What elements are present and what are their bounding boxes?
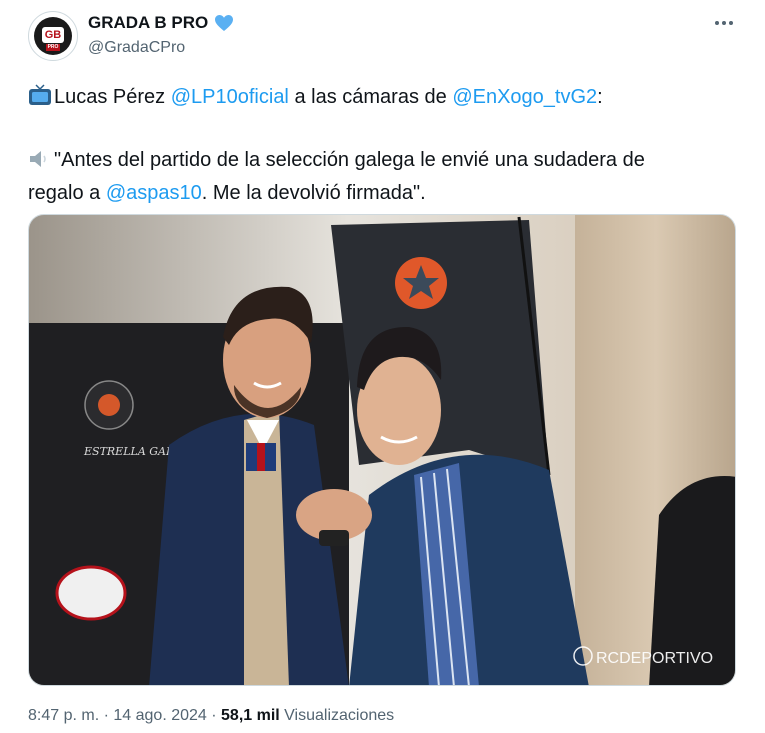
tweet-meta: 8:47 p. m. · 14 ago. 2024 · 58,1 mil Vis… bbox=[28, 707, 394, 725]
tweet-text-segment: a las cámaras de bbox=[288, 86, 453, 108]
more-options-icon[interactable] bbox=[713, 14, 735, 32]
tweet-text-segment: . Me la devolvió firmada". bbox=[201, 182, 426, 204]
tweet-line-1: Lucas Pérez @LP10oficial a las cámaras d… bbox=[28, 82, 738, 115]
views-label: Visualizaciones bbox=[279, 707, 395, 724]
mention-link[interactable]: @EnXogo_tvG2 bbox=[452, 86, 597, 108]
tweet-line-2: "Antes del partido de la selección galeg… bbox=[28, 145, 738, 178]
speaker-icon bbox=[28, 148, 52, 178]
tweet-line-3: regalo a @aspas10. Me la devolvió firmad… bbox=[28, 178, 738, 208]
tweet-text-segment: Lucas Pérez bbox=[54, 86, 171, 108]
tweet-text-segment: regalo a bbox=[28, 182, 106, 204]
tweet-card: GB PRO GRADA B PRO @GradaCPro Lucas Pére… bbox=[0, 0, 765, 733]
tweet-text-segment: : bbox=[597, 86, 603, 108]
meta-separator: · bbox=[206, 707, 222, 724]
avatar-sub-label: PRO bbox=[46, 44, 60, 51]
tweet-text-segment: "Antes del partido de la selección galeg… bbox=[54, 149, 645, 171]
tv-icon bbox=[28, 84, 52, 115]
views-count: 58,1 mil bbox=[221, 707, 280, 724]
tweet-photo[interactable]: ESTRELLA GALICIA RCDEPORTIVO bbox=[28, 214, 736, 686]
author-name-row: GRADA B PRO bbox=[88, 13, 234, 33]
tweet-date[interactable]: 14 ago. 2024 bbox=[113, 707, 206, 724]
tweet-time[interactable]: 8:47 p. m. bbox=[28, 707, 99, 724]
meta-separator: · bbox=[99, 707, 114, 724]
watermark-text: RCDEPORTIVO bbox=[596, 650, 713, 667]
author-display-name[interactable]: GRADA B PRO bbox=[88, 13, 208, 33]
avatar[interactable]: GB PRO bbox=[28, 11, 78, 61]
avatar-logo: GB PRO bbox=[34, 17, 72, 55]
avatar-initials: GB bbox=[42, 27, 64, 43]
blue-heart-icon bbox=[214, 14, 234, 32]
mention-link[interactable]: @aspas10 bbox=[106, 182, 202, 204]
mention-link[interactable]: @LP10oficial bbox=[171, 86, 289, 108]
tweet-text: Lucas Pérez @LP10oficial a las cámaras d… bbox=[28, 82, 738, 208]
author-handle[interactable]: @GradaCPro bbox=[88, 39, 185, 57]
estrella-galicia-logo bbox=[55, 565, 127, 621]
